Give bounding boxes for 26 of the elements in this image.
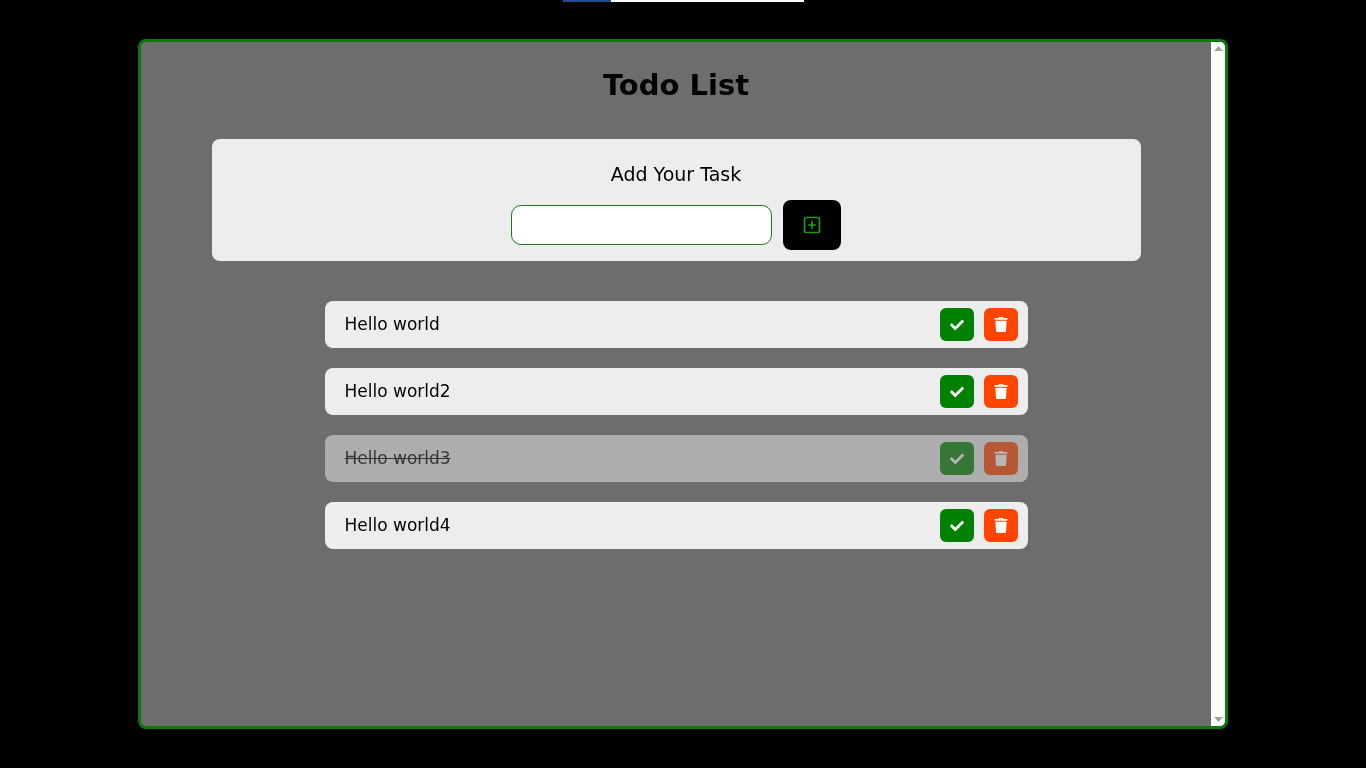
add-task-label: Add Your Task — [610, 162, 742, 187]
page-title: Todo List — [602, 67, 750, 103]
complete-button[interactable] — [939, 375, 974, 408]
task-text: Hello world2 — [344, 379, 451, 403]
complete-button[interactable] — [939, 308, 974, 341]
scroll-up-icon[interactable] — [1213, 46, 1223, 51]
complete-button[interactable] — [939, 509, 974, 542]
trash-icon — [993, 451, 1008, 466]
input-field[interactable] — [511, 205, 772, 245]
scrollbar[interactable] — [1211, 42, 1225, 726]
task-text: Hello world4 — [344, 513, 451, 537]
task-text: Hello world — [344, 312, 440, 336]
delete-button[interactable] — [983, 308, 1018, 341]
plus-square-icon — [802, 215, 822, 235]
scroll-down-icon[interactable] — [1213, 717, 1223, 722]
add-button[interactable] — [783, 200, 841, 250]
check-icon — [949, 451, 964, 466]
trash-icon — [993, 317, 1008, 332]
trash-icon — [993, 384, 1008, 399]
delete-button[interactable] — [983, 375, 1018, 408]
check-icon — [949, 518, 964, 533]
check-icon — [949, 317, 964, 332]
trash-icon — [993, 518, 1008, 533]
check-icon — [949, 384, 964, 399]
delete-button[interactable] — [983, 509, 1018, 542]
task-text: Hello world3 — [344, 446, 451, 470]
